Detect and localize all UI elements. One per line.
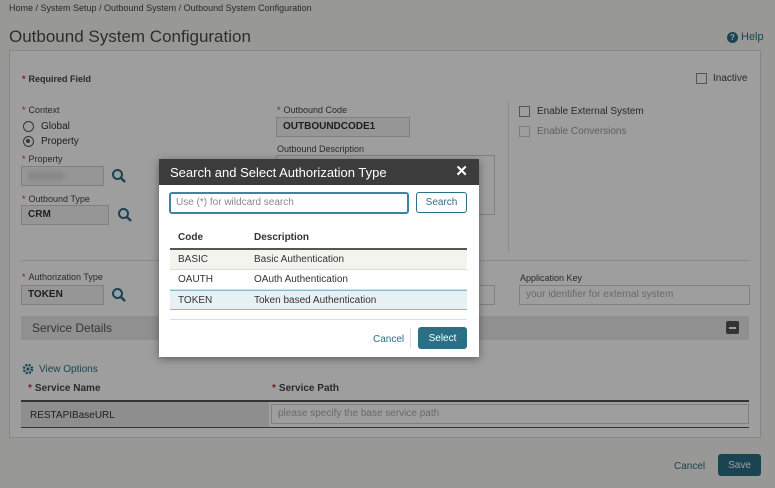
- authorization-type-dialog: Search and Select Authorization Type ✕ U…: [159, 159, 479, 357]
- table-row[interactable]: OAUTH OAuth Authentication: [170, 270, 467, 290]
- code-cell: TOKEN: [178, 295, 213, 306]
- dialog-search-input[interactable]: Use (*) for wildcard search: [169, 192, 409, 214]
- description-header[interactable]: Description: [254, 232, 309, 243]
- description-cell: Basic Authentication: [254, 254, 345, 265]
- code-cell: OAUTH: [178, 274, 213, 285]
- description-cell: OAuth Authentication: [254, 274, 348, 285]
- dialog-select-button[interactable]: Select: [418, 327, 467, 349]
- code-cell: BASIC: [178, 254, 209, 265]
- table-header: Code Description: [170, 225, 467, 250]
- dialog-divider: [410, 328, 411, 348]
- dialog-cancel-button[interactable]: Cancel: [373, 334, 404, 345]
- table-row[interactable]: BASIC Basic Authentication: [170, 250, 467, 270]
- code-header[interactable]: Code: [178, 232, 203, 243]
- table-row-selected[interactable]: TOKEN Token based Authentication: [170, 290, 467, 310]
- dialog-search-button[interactable]: Search: [416, 192, 467, 213]
- dialog-header: Search and Select Authorization Type ✕: [159, 159, 479, 185]
- dialog-title: Search and Select Authorization Type: [170, 165, 387, 180]
- close-icon[interactable]: ✕: [455, 162, 468, 180]
- dialog-table: Code Description BASIC Basic Authenticat…: [170, 225, 467, 310]
- description-cell: Token based Authentication: [254, 295, 377, 306]
- dialog-divider: [170, 319, 467, 320]
